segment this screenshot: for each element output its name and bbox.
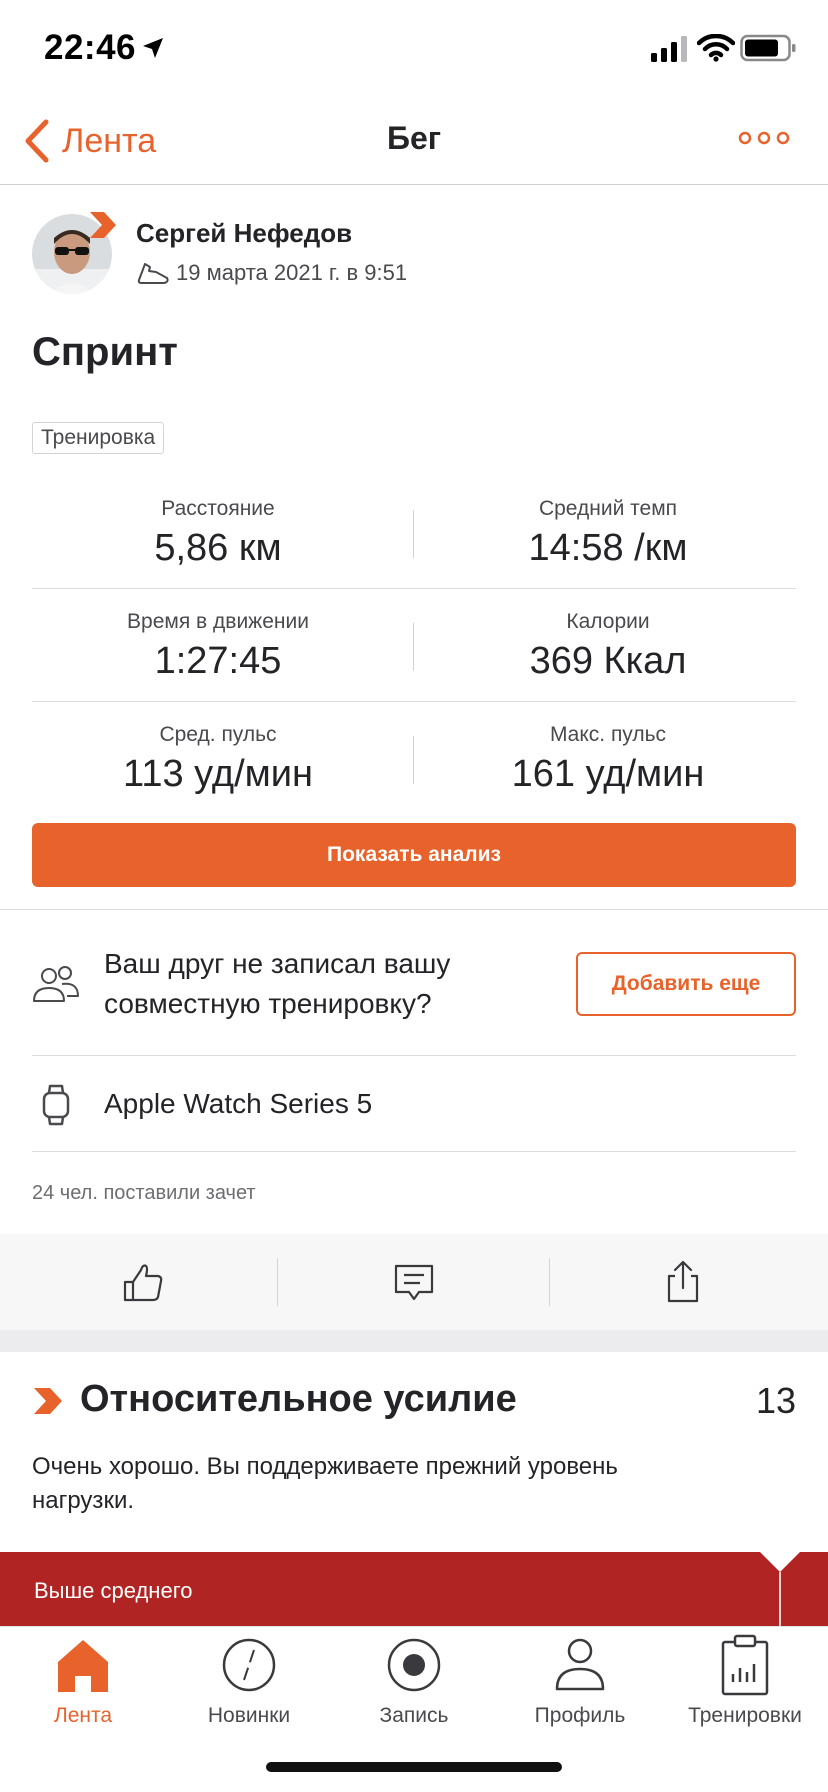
section-gap: [0, 1330, 828, 1352]
athlete-name[interactable]: Сергей Нефедов: [136, 218, 352, 249]
activity-title: Спринт: [32, 330, 178, 374]
stat-moving-time: Время в движении 1:27:45: [28, 610, 408, 683]
status-time: 22:46: [44, 28, 137, 67]
tab-training[interactable]: Тренировки: [662, 1632, 828, 1744]
thumbs-up-icon: [123, 1264, 163, 1302]
share-button[interactable]: [545, 1234, 821, 1330]
location-arrow-icon: [143, 38, 163, 58]
tab-record[interactable]: Запись: [331, 1632, 497, 1744]
stat-row-divider: [32, 588, 796, 589]
stat-label: Средний темп: [538, 497, 678, 520]
tab-label: Лента: [53, 1704, 113, 1727]
stat-row-divider: [32, 701, 796, 702]
effort-marker-icon: [760, 1552, 800, 1626]
add-others-button[interactable]: Добавить еще: [576, 952, 796, 1016]
stat-label: Время в движении: [127, 610, 309, 633]
device-name: Apple Watch Series 5: [104, 1088, 373, 1119]
kudos-count[interactable]: 24 чел. поставили зачет: [32, 1182, 256, 1205]
stat-label: Калории: [566, 610, 650, 633]
stat-avg-pace: Средний темп 14:58 /км: [418, 497, 798, 570]
tab-label: Запись: [379, 1704, 449, 1727]
stat-distance: Расстояние 5,86 км: [28, 497, 408, 570]
battery-icon: [740, 34, 796, 62]
tab-label: Тренировки: [688, 1704, 802, 1727]
stat-avg-hr: Сред. пульс 113 уд/мин: [28, 723, 408, 796]
kudos-button[interactable]: [5, 1234, 281, 1330]
share-icon: [667, 1260, 699, 1303]
more-options-icon[interactable]: [738, 126, 790, 150]
nav-divider: [0, 184, 828, 185]
stat-calories: Калории 369 Ккал: [418, 610, 798, 683]
effort-range-label: Выше среднего: [34, 1578, 193, 1603]
stat-label: Расстояние: [161, 497, 275, 520]
relative-effort-icon: [34, 1388, 62, 1414]
stat-value: 14:58 /км: [528, 527, 688, 569]
relative-effort-score: 13: [755, 1380, 796, 1421]
workout-type-tag: Тренировка: [32, 422, 165, 454]
tab-explore[interactable]: Новинки: [166, 1632, 332, 1744]
page-title: Бег: [386, 120, 442, 156]
group-people-icon: [33, 966, 79, 1002]
shoe-icon: [137, 263, 169, 284]
section-divider: [32, 1055, 796, 1056]
home-icon: [58, 1640, 108, 1692]
missing-friend-prompt: Ваш друг не записал вашу совместную трен…: [104, 948, 451, 1019]
relative-effort-description: Очень хорошо. Вы поддерживаете прежний у…: [32, 1453, 618, 1514]
profile-icon: [555, 1638, 605, 1691]
stat-value: 1:27:45: [154, 640, 282, 682]
tab-profile[interactable]: Профиль: [497, 1632, 663, 1744]
activity-date: 19 марта 2021 г. в 9:51: [176, 260, 408, 285]
stat-divider: [413, 623, 414, 671]
stat-value: 161 уд/мин: [511, 753, 705, 795]
compass-icon: [222, 1638, 276, 1692]
stat-max-hr: Макс. пульс 161 уд/мин: [418, 723, 798, 796]
stat-label: Макс. пульс: [549, 723, 667, 746]
subscriber-badge-icon: [90, 212, 116, 238]
watch-icon: [42, 1084, 70, 1126]
record-icon: [387, 1638, 441, 1692]
stat-divider: [413, 736, 414, 784]
wifi-icon: [697, 34, 735, 62]
cellular-signal-icon: [651, 36, 687, 62]
tab-feed[interactable]: Лента: [0, 1632, 166, 1744]
clipboard-chart-icon: [721, 1634, 769, 1696]
relative-effort-title[interactable]: Относительное усилие: [80, 1378, 517, 1421]
home-indicator: [266, 1762, 562, 1772]
stat-value: 369 Ккал: [529, 640, 687, 682]
tab-label: Новинки: [207, 1704, 291, 1727]
stat-value: 113 уд/мин: [123, 753, 313, 795]
stat-label: Сред. пульс: [159, 723, 277, 746]
stat-divider: [413, 510, 414, 558]
show-analysis-button[interactable]: Показать анализ: [32, 823, 796, 887]
section-divider: [0, 909, 828, 910]
tab-label: Профиль: [534, 1704, 626, 1727]
comment-button[interactable]: [276, 1234, 552, 1330]
comment-icon: [394, 1264, 434, 1301]
section-divider: [32, 1151, 796, 1152]
stat-value: 5,86 км: [154, 527, 282, 569]
